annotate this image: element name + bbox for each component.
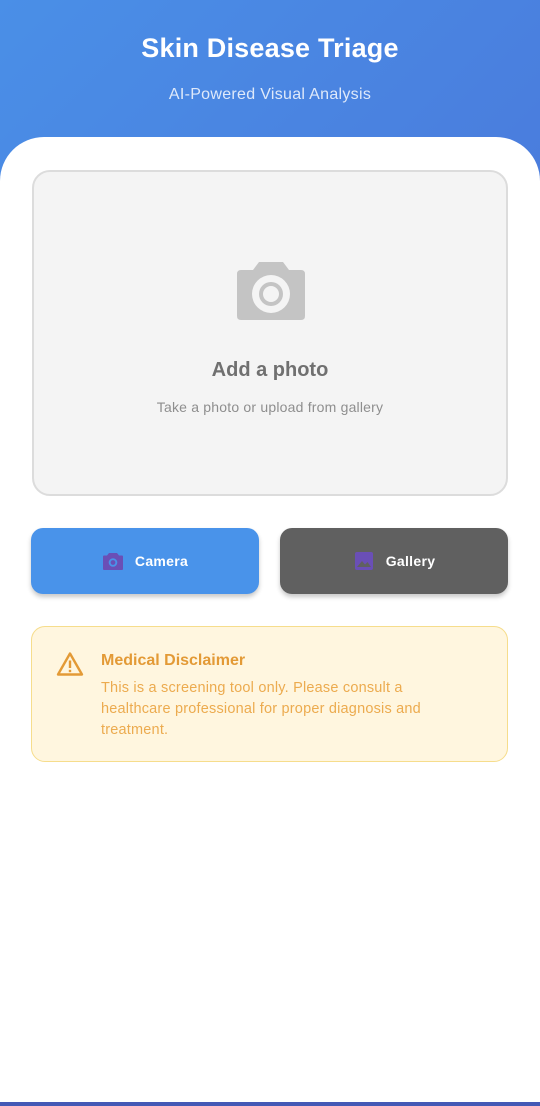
camera-button[interactable]: Camera (31, 528, 259, 594)
gallery-icon (354, 552, 373, 570)
camera-icon (237, 262, 305, 320)
gallery-button[interactable]: Gallery (280, 528, 508, 594)
warning-icon (56, 652, 84, 676)
photo-title: Add a photo (211, 359, 329, 381)
disclaimer-title: Medical Disclaimer (101, 652, 246, 669)
photo-upload-area[interactable]: Add a photo Take a photo or upload from … (32, 170, 508, 496)
bottom-accent-bar (0, 1102, 540, 1106)
app-title: Skin Disease Triage (141, 33, 399, 63)
camera-button-label: Camera (134, 553, 189, 569)
camera-icon (102, 553, 123, 570)
photo-hint: Take a photo or upload from gallery (156, 399, 384, 415)
medical-disclaimer: Medical Disclaimer This is a screening t… (31, 626, 508, 762)
app-subtitle: AI-Powered Visual Analysis (168, 86, 372, 103)
gallery-button-label: Gallery (385, 553, 436, 569)
disclaimer-text: This is a screening tool only. Please co… (101, 680, 421, 738)
